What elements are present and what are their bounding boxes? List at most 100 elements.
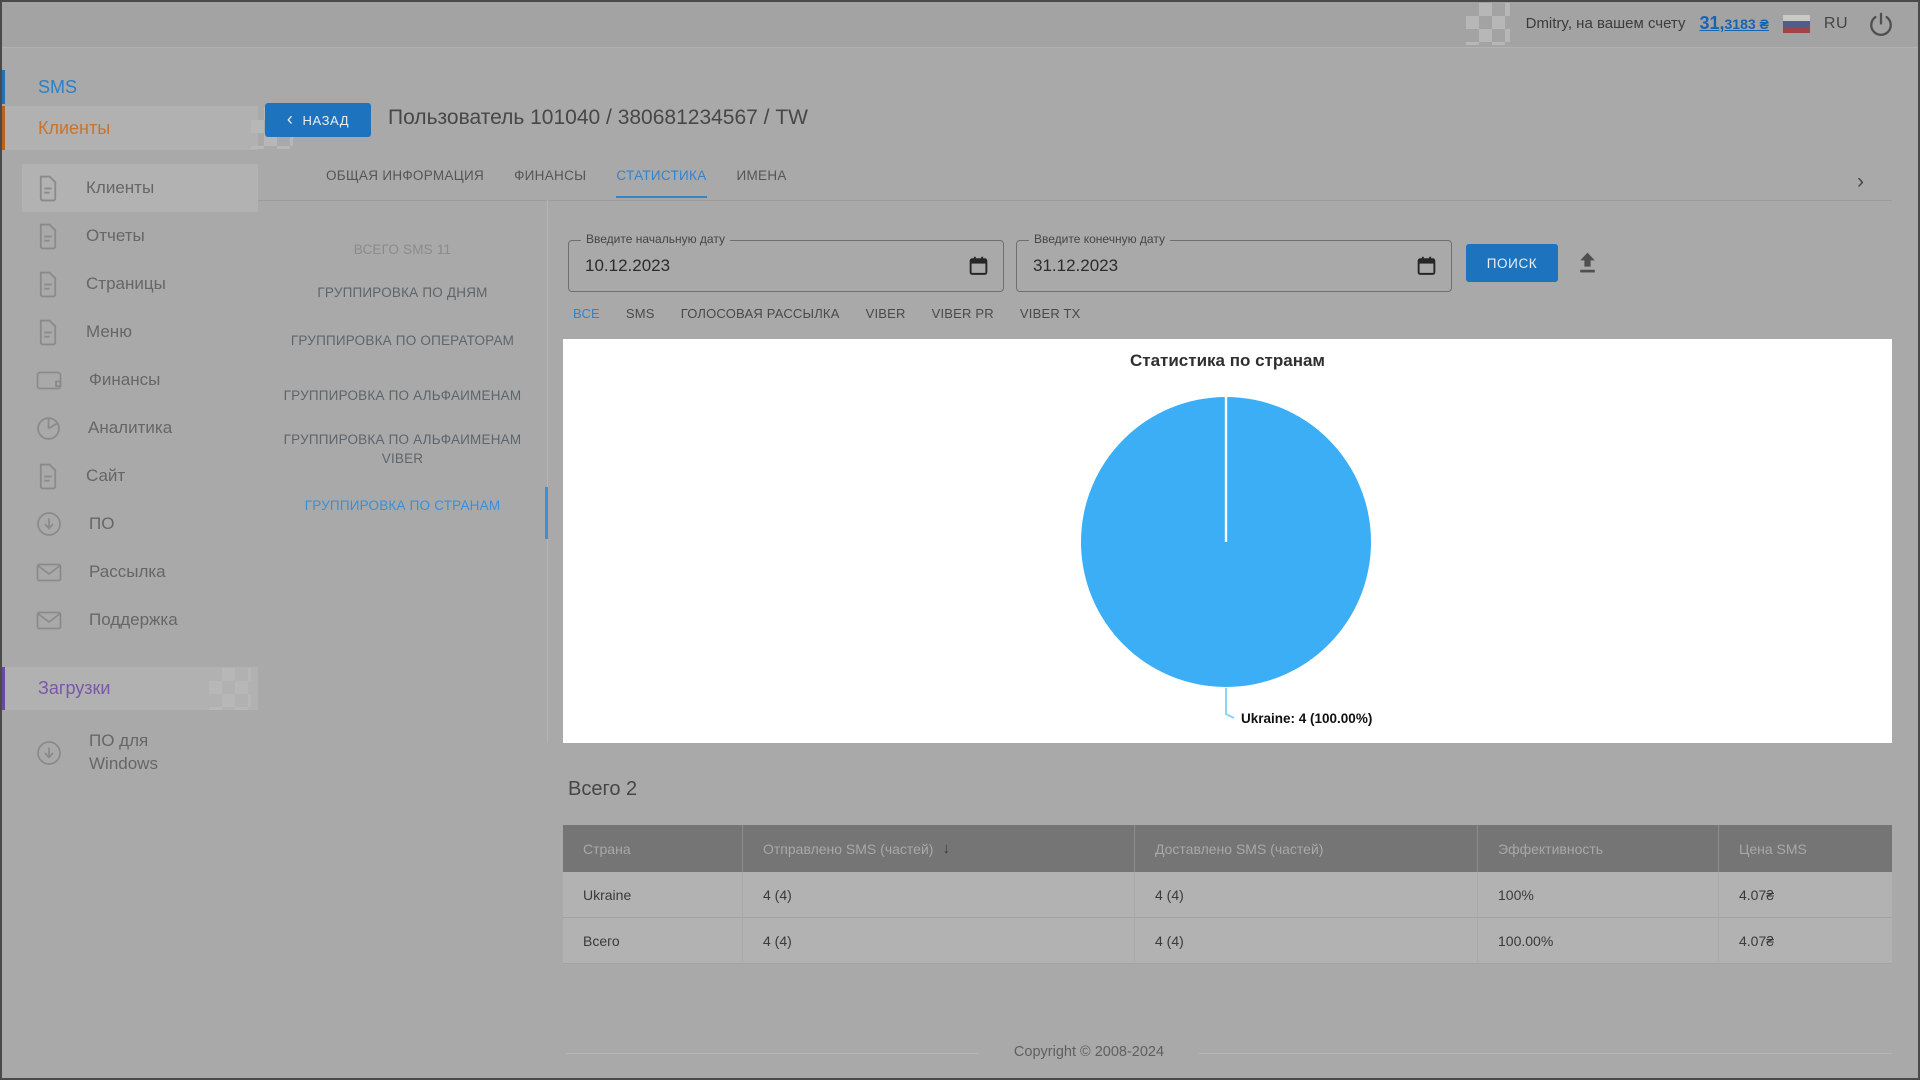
sidebar-item-finances[interactable]: Финансы: [0, 356, 258, 404]
document-icon: [36, 271, 59, 298]
sidebar-item-label: Аналитика: [88, 418, 172, 438]
sidebar-item-label: Отчеты: [86, 226, 145, 246]
document-icon: [36, 463, 59, 490]
chevron-left-icon: ‹: [287, 110, 294, 128]
column-label: Страна: [583, 841, 631, 857]
sidebar-item-support[interactable]: Поддержка: [0, 596, 258, 644]
sidebar-menu: Клиенты Отчеты Страницы Меню Финансы Ана…: [0, 164, 258, 644]
sidebar-item-label: Меню: [86, 322, 132, 342]
top-bar: Dmitry, на вашем счету 31,3183 ₴ RU: [0, 0, 1920, 48]
end-date-label: Введите конечную дату: [1029, 232, 1170, 246]
sidebar-item-label: Страницы: [86, 274, 166, 294]
back-button[interactable]: ‹ НАЗАД: [265, 103, 371, 137]
sidebar-item-clients[interactable]: Клиенты: [22, 164, 258, 212]
active-nav-indicator: [545, 487, 548, 539]
sidebar-item-windows-software[interactable]: ПО дляWindows: [0, 730, 258, 776]
label-line1: ПО для: [89, 731, 148, 750]
sidebar: SMS Клиенты Клиенты Отчеты Страницы Меню: [0, 48, 258, 1080]
envelope-icon: [36, 562, 62, 583]
tabs-more-chevron-icon[interactable]: ›: [1857, 170, 1864, 194]
flag-ru-icon[interactable]: [1783, 15, 1810, 33]
column-label: Эффективность: [1498, 841, 1603, 857]
cell-delivered: 4 (4): [1135, 872, 1478, 918]
sidebar-item-mailing[interactable]: Рассылка: [0, 548, 258, 596]
document-icon: [36, 319, 59, 346]
sidebar-item-reports[interactable]: Отчеты: [0, 212, 258, 260]
sidebar-section-clients[interactable]: Клиенты: [0, 106, 258, 150]
envelope-icon: [36, 610, 62, 631]
sidebar-item-label: ПО дляWindows: [89, 730, 158, 776]
user-greeting: Dmitry, на вашем счету: [1526, 15, 1686, 32]
column-header-price[interactable]: Цена SMS: [1719, 825, 1892, 872]
sidebar-section-downloads[interactable]: Загрузки: [0, 667, 258, 710]
tab-general-info[interactable]: ОБЩАЯ ИНФОРМАЦИЯ: [326, 168, 484, 196]
column-label: Цена SMS: [1739, 841, 1807, 857]
statistics-nav: ВСЕГО SMS 11 ГРУППИРОВКА ПО ДНЯМ ГРУППИР…: [258, 200, 548, 743]
sidebar-item-label: Финансы: [89, 370, 160, 390]
language-switcher[interactable]: RU: [1824, 15, 1848, 33]
chart-title: Статистика по странам: [563, 351, 1892, 371]
sidebar-item-label: Клиенты: [86, 178, 154, 198]
cell-sent: 4 (4): [743, 872, 1135, 918]
pixel-decoration: [209, 668, 251, 710]
download-circle-icon: [36, 511, 62, 537]
cell-sent: 4 (4): [743, 918, 1135, 964]
sidebar-item-software[interactable]: ПО: [0, 500, 258, 548]
footer-divider: [566, 1053, 1892, 1054]
column-header-efficiency[interactable]: Эффективность: [1478, 825, 1719, 872]
stats-nav-group-by-alphanames[interactable]: ГРУППИРОВКА ПО АЛЬФАИМЕНАМ: [277, 386, 529, 405]
sidebar-item-menu[interactable]: Меню: [0, 308, 258, 356]
channel-viber-pr[interactable]: VIBER PR: [932, 306, 994, 321]
sidebar-item-site[interactable]: Сайт: [0, 452, 258, 500]
sort-desc-icon: ↓: [942, 840, 950, 857]
wallet-icon: [36, 369, 62, 392]
calendar-picker-button[interactable]: [968, 256, 989, 277]
balance-link[interactable]: 31,3183 ₴: [1699, 13, 1768, 34]
sidebar-item-label: Рассылка: [89, 562, 166, 582]
countries-pie-chart: Статистика по странам Ukraine: 4 (100.00…: [563, 339, 1892, 743]
cell-country: Ukraine: [563, 872, 743, 918]
column-label: Отправлено SMS (частей): [763, 841, 933, 857]
channel-viber-tx[interactable]: VIBER TX: [1020, 306, 1081, 321]
tab-finances[interactable]: ФИНАНСЫ: [514, 168, 586, 196]
channel-sms[interactable]: SMS: [626, 306, 655, 321]
pie-chart-canvas: Ukraine: 4 (100.00%): [563, 339, 1892, 743]
cell-country: Всего: [563, 918, 743, 964]
tab-bar: ОБЩАЯ ИНФОРМАЦИЯ ФИНАНСЫ СТАТИСТИКА ИМЕН…: [258, 168, 1892, 201]
app-window: Dmitry, на вашем счету 31,3183 ₴ RU SMS …: [0, 0, 1920, 1080]
channel-voice[interactable]: ГОЛОСОВАЯ РАССЫЛКА: [681, 306, 840, 321]
pixel-decoration: [1466, 3, 1510, 45]
channel-all[interactable]: ВСЕ: [573, 306, 600, 321]
column-header-sent[interactable]: Отправлено SMS (частей) ↓: [743, 825, 1135, 872]
end-date-field[interactable]: Введите конечную дату 31.12.2023: [1016, 240, 1452, 292]
export-button[interactable]: [1574, 249, 1601, 277]
start-date-value: 10.12.2023: [585, 256, 670, 276]
section-label: Клиенты: [38, 118, 110, 139]
stats-nav-group-by-alphanames-viber[interactable]: ГРУППИРОВКА ПО АЛЬФАИМЕНАМ VIBER: [277, 430, 529, 468]
document-icon: [36, 175, 59, 202]
logout-button[interactable]: [1868, 11, 1894, 37]
start-date-label: Введите начальную дату: [581, 232, 730, 246]
sidebar-item-label: Сайт: [86, 466, 125, 486]
pie-slice-label: Ukraine: 4 (100.00%): [1241, 711, 1372, 726]
tab-statistics[interactable]: СТАТИСТИКА: [616, 168, 706, 198]
sidebar-section-sms[interactable]: SMS: [0, 70, 258, 104]
tab-names[interactable]: ИМЕНА: [737, 168, 787, 196]
column-label: Доставлено SMS (частей): [1155, 841, 1323, 857]
end-date-value: 31.12.2023: [1033, 256, 1118, 276]
cell-efficiency: 100.00%: [1478, 918, 1719, 964]
column-header-delivered[interactable]: Доставлено SMS (частей): [1135, 825, 1478, 872]
sidebar-item-pages[interactable]: Страницы: [0, 260, 258, 308]
column-header-country[interactable]: Страна: [563, 825, 743, 872]
search-button[interactable]: ПОИСК: [1466, 244, 1558, 282]
stats-total-label: ВСЕГО SMS 11: [277, 240, 529, 259]
stats-nav-group-by-days[interactable]: ГРУППИРОВКА ПО ДНЯМ: [277, 283, 529, 302]
stats-nav-group-by-countries[interactable]: ГРУППИРОВКА ПО СТРАНАМ: [277, 496, 529, 515]
document-icon: [36, 223, 59, 250]
start-date-field[interactable]: Введите начальную дату 10.12.2023: [568, 240, 1004, 292]
channel-viber[interactable]: VIBER: [866, 306, 906, 321]
calendar-picker-button[interactable]: [1416, 256, 1437, 277]
stats-nav-group-by-operators[interactable]: ГРУППИРОВКА ПО ОПЕРАТОРАМ: [277, 331, 529, 350]
table-summary: Всего 2: [568, 778, 637, 801]
sidebar-item-analytics[interactable]: Аналитика: [0, 404, 258, 452]
